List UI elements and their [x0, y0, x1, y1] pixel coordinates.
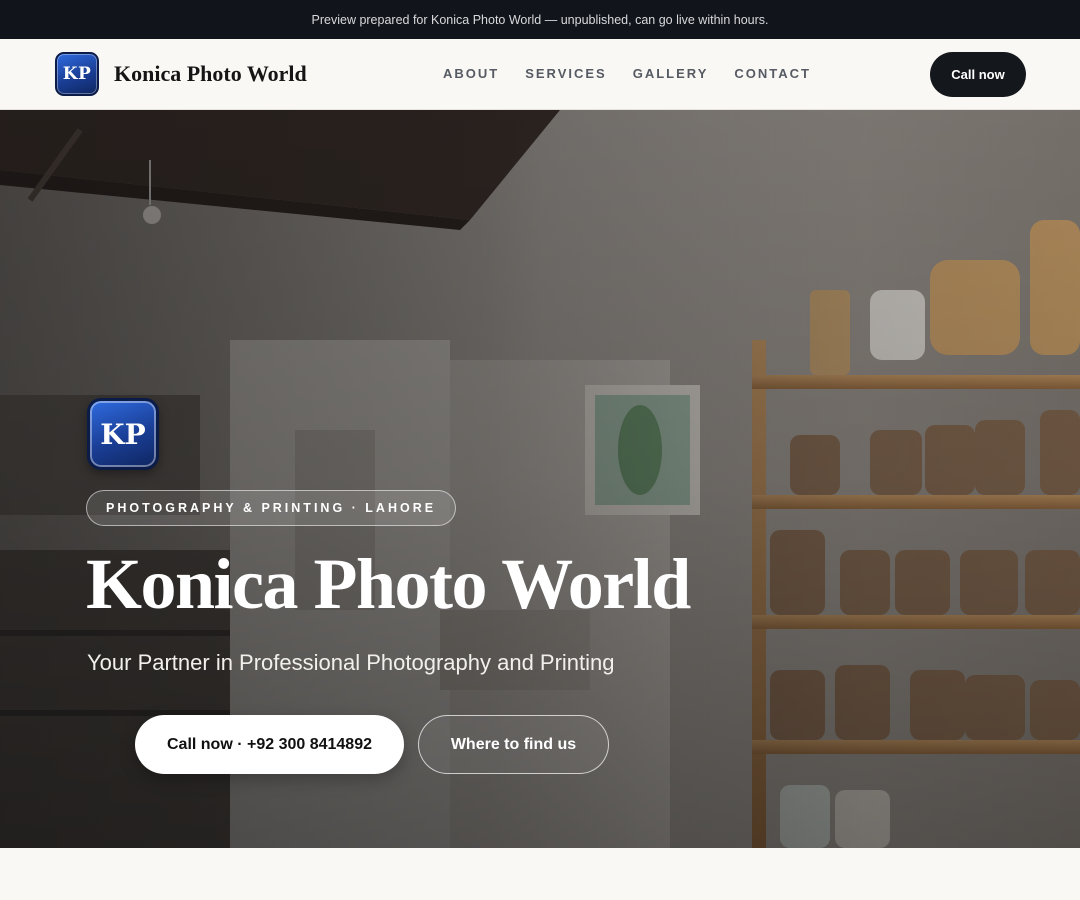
- brand-name[interactable]: Konica Photo World: [114, 61, 307, 87]
- hero-logo-icon: KP: [87, 398, 159, 470]
- hero-section: KP PHOTOGRAPHY & PRINTING · LAHORE Konic…: [0, 110, 1080, 848]
- nav-link-services[interactable]: SERVICES: [525, 66, 607, 81]
- brand-logo-icon[interactable]: KP: [55, 52, 99, 96]
- where-to-find-us-button[interactable]: Where to find us: [418, 715, 609, 774]
- site-header: KP Konica Photo World ABOUT SERVICES GAL…: [0, 39, 1080, 110]
- header-call-now-button[interactable]: Call now: [930, 52, 1026, 97]
- nav-link-contact[interactable]: CONTACT: [734, 66, 811, 81]
- hero-title: Konica Photo World: [86, 544, 691, 624]
- hero-category-badge: PHOTOGRAPHY & PRINTING · LAHORE: [86, 490, 457, 526]
- nav-link-about[interactable]: ABOUT: [443, 66, 499, 81]
- hero-call-now-button[interactable]: Call now · +92 300 8414892: [135, 715, 404, 774]
- main-nav: ABOUT SERVICES GALLERY CONTACT: [443, 66, 811, 81]
- preview-banner: Preview prepared for Konica Photo World …: [0, 0, 1080, 39]
- nav-link-gallery[interactable]: GALLERY: [633, 66, 709, 81]
- hero-subtitle: Your Partner in Professional Photography…: [87, 650, 615, 675]
- preview-banner-text: Preview prepared for Konica Photo World …: [311, 12, 769, 27]
